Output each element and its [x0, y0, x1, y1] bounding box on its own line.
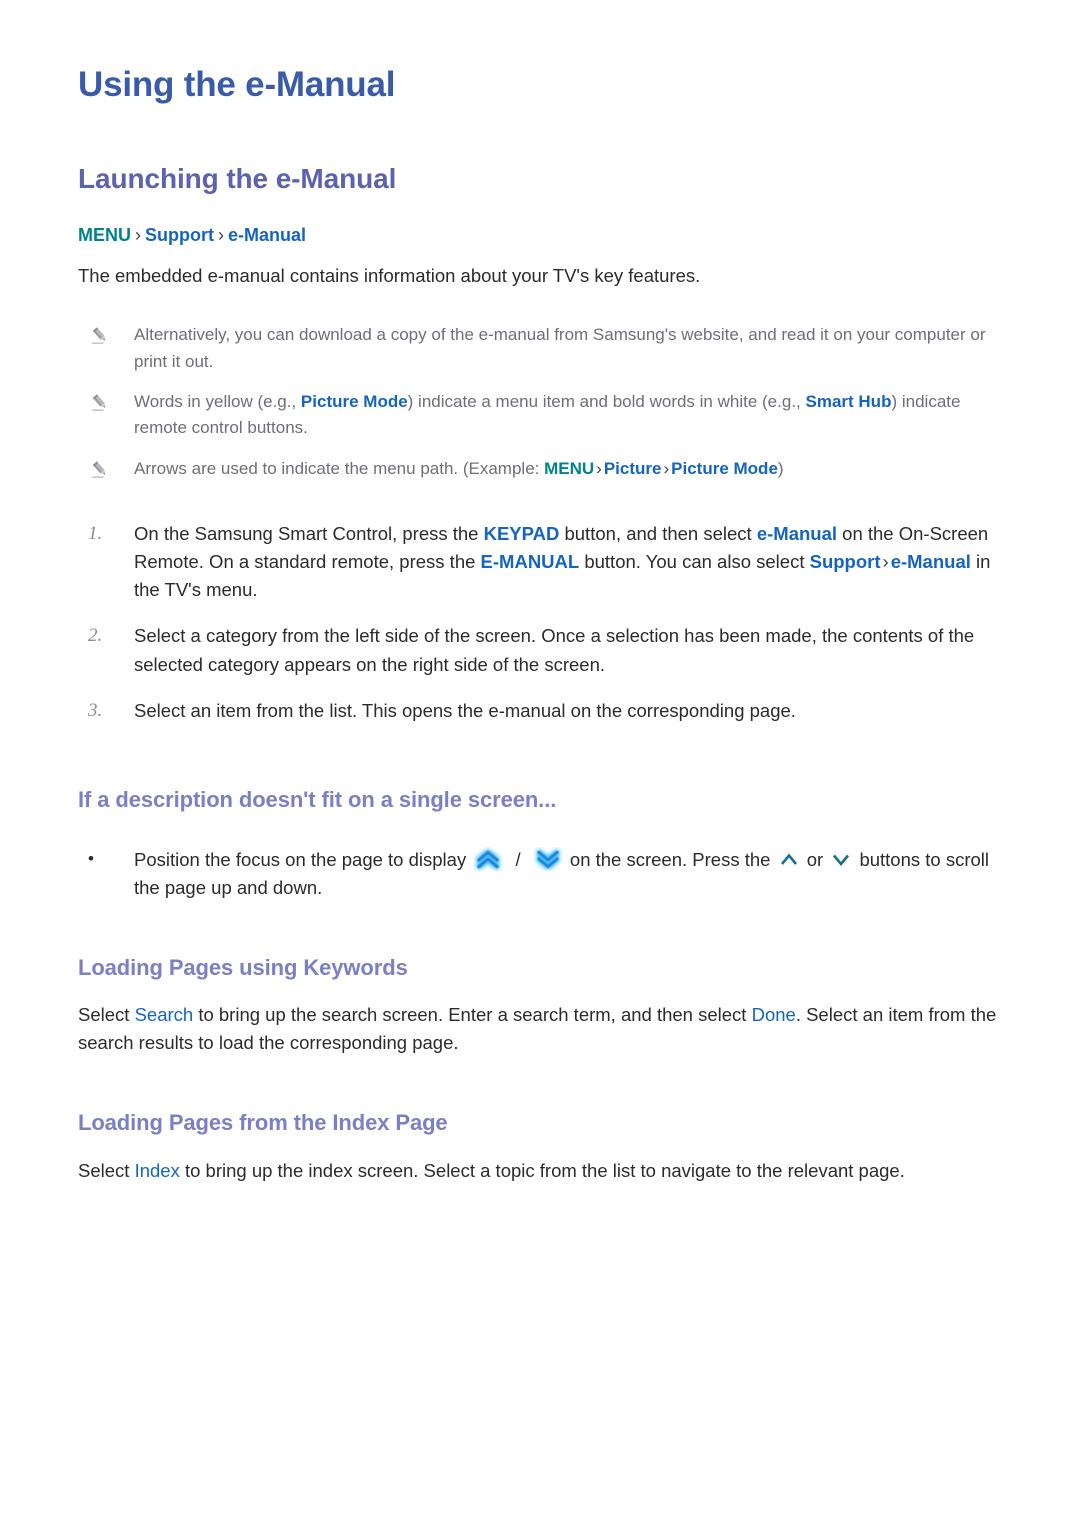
bullet-marker: • [88, 848, 94, 868]
chevron-up-glow-icon [473, 847, 503, 871]
keywords-link-token[interactable]: Search [135, 1004, 194, 1025]
note-item-token[interactable]: Picture Mode [301, 392, 408, 411]
slash-separator: / [515, 848, 521, 870]
note-item: Arrows are used to indicate the menu pat… [78, 442, 1002, 482]
breadcrumb-support[interactable]: Support [145, 225, 214, 245]
note-item-token[interactable]: Picture Mode [671, 459, 778, 478]
pencil-icon [90, 326, 110, 346]
note-text: Words in yellow (e.g., Picture Mode) ind… [134, 389, 1002, 442]
step-item: 2. Select a category from the left side o… [78, 604, 1002, 678]
scroll-text-middle: on the screen. Press the [569, 848, 771, 870]
step-text: button, and then select [559, 523, 757, 545]
scroll-text-or: or [806, 848, 824, 870]
index-text: Select [78, 1159, 135, 1181]
note-text: Arrows are used to indicate the menu pat… [134, 456, 1002, 482]
index-text: to bring up the index screen. Select a t… [179, 1159, 905, 1181]
step-number: 1. [88, 523, 103, 545]
page-title: Using the e-Manual [78, 65, 396, 104]
step-text: Select a category from the left side of … [134, 622, 1002, 678]
note-separator: › [596, 458, 602, 478]
section-heading-index: Loading Pages from the Index Page [78, 1110, 448, 1136]
chevron-down-glow-icon [533, 847, 563, 871]
keywords-text: to bring up the search screen. Enter a s… [193, 1004, 752, 1026]
step-item-token[interactable]: Support [810, 551, 881, 572]
pencil-icon [90, 393, 110, 413]
breadcrumb-separator-1: › [135, 224, 141, 245]
note-text: ) [777, 458, 784, 478]
chevron-down-icon [831, 850, 851, 869]
note-item-token[interactable]: Smart Hub [806, 392, 892, 411]
step-number: 3. [88, 699, 103, 721]
keywords-text: Select [78, 1004, 135, 1026]
step-item-token[interactable]: E-MANUAL [481, 551, 580, 572]
scroll-text-before: Position the focus on the page to displa… [134, 848, 467, 870]
keywords-paragraph: Select Search to bring up the search scr… [78, 981, 1002, 1057]
note-item: Alternatively, you can download a copy o… [78, 308, 1002, 375]
list-item: • Position the focus on the page to disp… [78, 828, 1002, 902]
step-text: button. You can also select [579, 551, 810, 573]
step-number: 2. [88, 625, 103, 647]
document-page: Using the e-Manual Launching the e-Manua… [0, 0, 1080, 1527]
intro-paragraph: The embedded e-manual contains informati… [78, 265, 701, 287]
chevron-up-icon [779, 850, 799, 869]
step-text: On the Samsung Smart Control, press the [134, 523, 484, 545]
pencil-icon [90, 460, 110, 480]
step-item-token[interactable]: e-Manual [757, 523, 837, 544]
step-list: 1. On the Samsung Smart Control, press th… [78, 502, 1002, 725]
note-item-token[interactable]: Picture [604, 459, 662, 478]
note-text: Arrows are used to indicate the menu pat… [134, 458, 545, 478]
breadcrumb-emanual[interactable]: e-Manual [228, 225, 306, 245]
scroll-bullet-list: • Position the focus on the page to disp… [78, 828, 1002, 902]
breadcrumb: MENU › Support › e-Manual [78, 224, 1002, 247]
index-link-token[interactable]: Index [135, 1160, 180, 1181]
note-separator: › [663, 458, 670, 478]
step-separator: › [882, 551, 889, 573]
section-heading-scroll: If a description doesn't fit on a single… [78, 787, 557, 813]
breadcrumb-separator-2: › [218, 224, 224, 245]
step-item-token[interactable]: KEYPAD [484, 523, 560, 544]
note-text: Alternatively, you can download a copy o… [134, 322, 1002, 375]
note-text: Alternatively, you can download a copy o… [134, 325, 986, 371]
step-item: 3. Select an item from the list. This ope… [78, 679, 1002, 726]
step-text: Select an item from the list. This opens… [134, 699, 796, 721]
section-heading-keywords: Loading Pages using Keywords [78, 954, 408, 980]
keywords-link-token[interactable]: Done [752, 1004, 796, 1025]
step-item-token[interactable]: e-Manual [891, 551, 971, 572]
note-item: Words in yellow (e.g., Picture Mode) ind… [78, 375, 1002, 442]
breadcrumb-menu[interactable]: MENU [78, 225, 131, 245]
note-menu-token[interactable]: MENU [544, 459, 594, 478]
step-text: Select an item from the list. This opens… [134, 697, 1002, 725]
index-paragraph: Select Index to bring up the index scree… [78, 1137, 1002, 1185]
scroll-instruction: Position the focus on the page to displa… [134, 846, 1002, 902]
note-text: Words in yellow (e.g., [134, 392, 301, 412]
step-text: On the Samsung Smart Control, press the … [134, 520, 1002, 604]
step-item: 1. On the Samsung Smart Control, press th… [78, 502, 1002, 604]
note-list: Alternatively, you can download a copy o… [78, 308, 1002, 482]
note-text: ) indicate a menu item and bold words in… [407, 392, 806, 412]
section-heading-launching: Launching the e-Manual [78, 163, 397, 195]
step-text: Select a category from the left side of … [134, 625, 975, 675]
